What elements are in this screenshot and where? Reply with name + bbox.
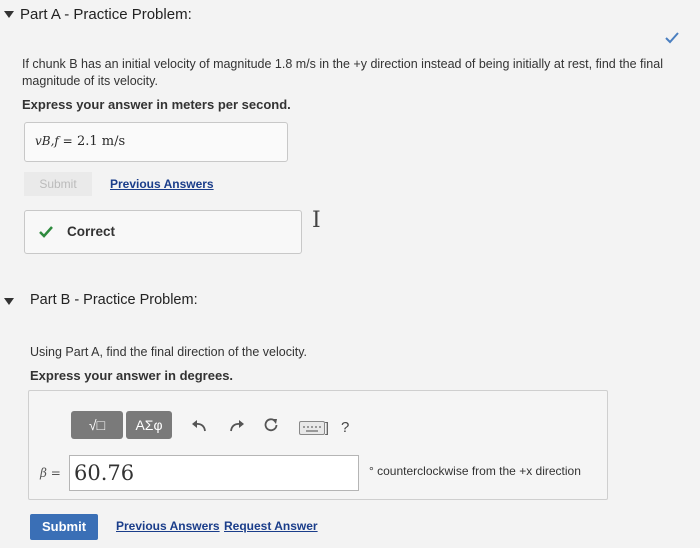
part-b-request-answer-link[interactable]: Request Answer — [224, 519, 318, 533]
part-a-question: If chunk B has an initial velocity of ma… — [22, 56, 692, 90]
part-a-question-line2: magnitude of its velocity. — [22, 74, 158, 88]
part-a-title[interactable]: Part A - Practice Problem: — [20, 6, 192, 23]
part-a-submit-button[interactable]: Submit — [24, 172, 92, 196]
keyboard-icon[interactable] — [299, 421, 325, 435]
keyboard-bracket-icon: ] — [325, 419, 329, 435]
part-b-title[interactable]: Part B - Practice Problem: — [30, 292, 198, 308]
part-b-instruction: Express your answer in degrees. — [30, 368, 234, 383]
part-b-answer-value: 60.76 — [74, 461, 135, 485]
part-a-previous-answers-link[interactable]: Previous Answers — [110, 177, 214, 191]
part-a-answer-label: vB,f = — [35, 134, 73, 148]
help-button[interactable]: ? — [341, 419, 349, 436]
part-b-question: Using Part A, find the final direction o… — [30, 345, 307, 359]
part-a-answer-box: vB,f = 2.1 m/s — [24, 122, 288, 162]
part-b-answer-input[interactable]: 60.76 — [69, 455, 359, 491]
part-b-answer-panel: √□ ΑΣφ ] ? β = 60.76 ° counterclockwise … — [28, 390, 608, 500]
collapse-caret-icon-b[interactable] — [4, 298, 14, 305]
templates-button[interactable]: √□ — [71, 411, 123, 439]
symbols-button[interactable]: ΑΣφ — [126, 411, 172, 439]
text-cursor-icon: I — [312, 208, 321, 233]
part-b-answer-label: β = — [40, 466, 61, 480]
part-b-submit-button[interactable]: Submit — [30, 514, 98, 540]
templates-icon: √□ — [88, 417, 106, 433]
part-a-feedback-box: Correct — [24, 210, 302, 254]
unit-suffix: ° counterclockwise from the +x direction — [369, 464, 581, 478]
collapse-caret-icon[interactable] — [4, 11, 14, 18]
part-a-instruction: Express your answer in meters per second… — [22, 97, 291, 112]
correct-check-icon — [38, 225, 54, 239]
completed-check-icon — [664, 30, 680, 46]
symbols-label: ΑΣφ — [135, 417, 163, 433]
correct-label: Correct — [67, 224, 116, 239]
undo-icon[interactable] — [191, 419, 207, 433]
reset-icon[interactable] — [263, 417, 279, 433]
part-b-previous-answers-link[interactable]: Previous Answers — [116, 519, 220, 533]
redo-icon[interactable] — [229, 419, 245, 433]
part-a-answer-value: 2.1 m/s — [77, 134, 126, 149]
part-a-question-line1: If chunk B has an initial velocity of ma… — [22, 57, 663, 71]
